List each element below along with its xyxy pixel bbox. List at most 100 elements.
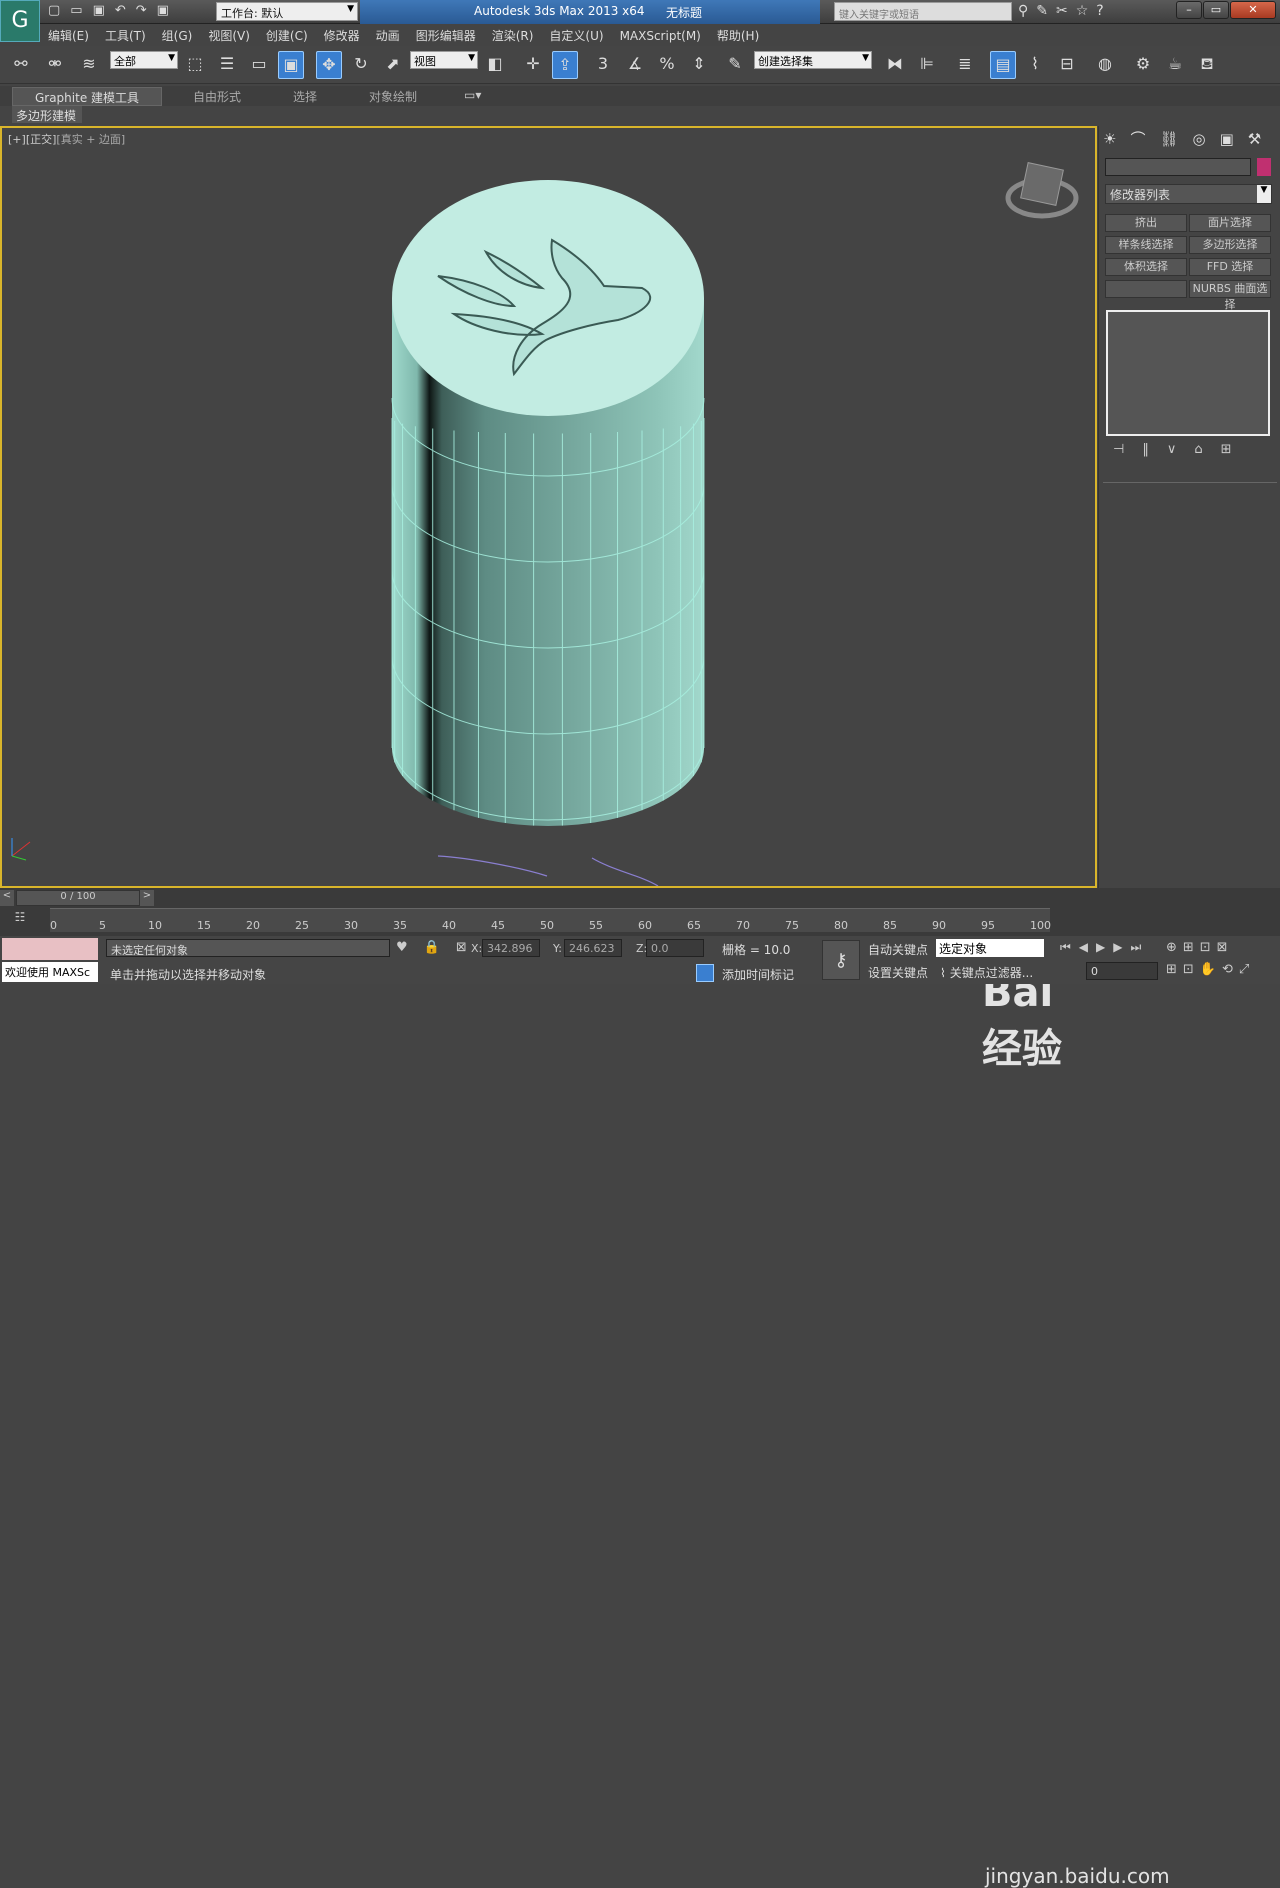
link-icon[interactable]: ⚯ — [8, 51, 34, 79]
timeline-tick-label: 15 — [197, 919, 211, 932]
playback-controls[interactable]: ⏮◀▶▶⏭ — [1060, 940, 1149, 955]
ref-coord-dropdown[interactable]: 视图 ▼ — [410, 51, 478, 69]
modifier-button-2[interactable]: 样条线选择 — [1105, 236, 1187, 254]
workspace-dropdown[interactable]: 工作台: 默认 ▼ — [216, 2, 358, 21]
time-slider[interactable]: 0 / 100 — [16, 890, 140, 906]
cylinder-object[interactable] — [391, 180, 705, 826]
key-set-dropdown[interactable]: 选定对象 — [936, 939, 1044, 957]
rect-selection-icon[interactable]: ▭ — [246, 51, 272, 79]
bind-spacewarp-icon[interactable]: ≋ — [76, 51, 102, 79]
menu-item-2[interactable]: 组(G) — [154, 24, 201, 47]
viewport-nav-controls[interactable]: ⊕⊞⊡⊠ — [1166, 940, 1234, 955]
key-icon[interactable]: ⚷ — [822, 940, 860, 980]
time-prev-button[interactable]: < — [0, 890, 14, 906]
modifier-button-4[interactable]: 体积选择 — [1105, 258, 1187, 276]
render-setup-icon[interactable]: ⚙ — [1130, 51, 1156, 79]
select-scale-icon[interactable]: ⬈ — [380, 51, 406, 79]
key-filters-button[interactable]: ⌇ 关键点过滤器... — [940, 964, 1033, 981]
lock-icons[interactable]: ♥🔒⊠ — [396, 940, 483, 955]
x-coord-field[interactable]: 342.896 — [482, 939, 540, 957]
snap-toggle-icon[interactable]: 3 — [590, 51, 616, 79]
select-move-icon[interactable]: ✥ — [316, 51, 342, 79]
modifier-button-1[interactable]: 面片选择 — [1189, 214, 1271, 232]
rollout-area — [1103, 482, 1277, 886]
modifier-button-6[interactable] — [1105, 280, 1187, 298]
watermark-brand: Bai 经验 — [982, 970, 1062, 1072]
curve-editor-icon[interactable]: ⌇ — [1022, 51, 1048, 79]
time-next-button[interactable]: > — [140, 890, 154, 906]
help-icons[interactable]: ⚲✎✂☆? — [1018, 3, 1112, 19]
tab-selection[interactable]: 选择 — [293, 88, 317, 105]
auto-key-button[interactable]: 自动关键点 — [868, 941, 928, 958]
spinner-snap-icon[interactable]: ⇕ — [686, 51, 712, 79]
maximize-button[interactable]: ▭ — [1203, 1, 1229, 19]
menu-item-5[interactable]: 修改器 — [316, 24, 368, 47]
modifier-stack[interactable] — [1106, 310, 1270, 436]
tab-freeform[interactable]: 自由形式 — [193, 88, 241, 105]
select-by-name-icon[interactable]: ☰ — [214, 51, 240, 79]
align-icon[interactable]: ⊫ — [914, 51, 940, 79]
angle-snap-icon[interactable]: ∡ — [622, 51, 648, 79]
viewport-nav-controls-2[interactable]: ⊞⊡✋⟲⤢ — [1166, 962, 1255, 977]
polygon-modeling-tab[interactable]: 多边形建模 — [12, 106, 82, 123]
add-time-tag-button[interactable]: 添加时间标记 — [722, 966, 794, 983]
keyboard-shortcut-icon[interactable]: ⇪ — [552, 51, 578, 79]
y-coord-field[interactable]: 246.623 — [564, 939, 622, 957]
minimize-button[interactable]: – — [1176, 1, 1202, 19]
menu-item-10[interactable]: MAXScript(M) — [612, 26, 709, 46]
menu-item-4[interactable]: 创建(C) — [258, 24, 316, 47]
material-editor-icon[interactable]: ◍ — [1092, 51, 1118, 79]
render-frame-icon[interactable]: ☕ — [1162, 51, 1188, 79]
time-tag-icon[interactable] — [696, 964, 714, 982]
selection-filter-dropdown[interactable]: 全部 ▼ — [110, 51, 178, 69]
mirror-icon[interactable]: ⧓ — [882, 51, 908, 79]
layer-manager-icon[interactable]: ≣ — [952, 51, 978, 79]
viewcube-icon[interactable] — [1005, 162, 1079, 219]
z-coord-field[interactable]: 0.0 — [646, 939, 704, 957]
search-input[interactable]: 键入关键字或短语 — [834, 2, 1012, 21]
menu-item-8[interactable]: 渲染(R) — [484, 24, 542, 47]
modifier-button-0[interactable]: 挤出 — [1105, 214, 1187, 232]
stack-controls[interactable]: ⊣‖∨⌂⊞ — [1113, 442, 1249, 457]
close-button[interactable]: ✕ — [1230, 1, 1276, 19]
pivot-center-icon[interactable]: ◧ — [482, 51, 508, 79]
select-rotate-icon[interactable]: ↻ — [348, 51, 374, 79]
menu-item-0[interactable]: 编辑(E) — [40, 24, 97, 47]
schematic-view-icon[interactable]: ⊟ — [1054, 51, 1080, 79]
object-name-field[interactable] — [1105, 158, 1251, 176]
edit-named-sel-icon[interactable]: ✎ — [722, 51, 748, 79]
manipulate-icon[interactable]: ✛ — [520, 51, 546, 79]
window-crossing-icon[interactable]: ▣ — [278, 51, 304, 79]
modifier-button-7[interactable]: NURBS 曲面选择 — [1189, 280, 1271, 311]
object-color-swatch[interactable] — [1257, 158, 1271, 176]
maxscript-listener-mini[interactable] — [2, 938, 98, 960]
tab-graphite[interactable]: Graphite 建模工具 — [12, 87, 162, 106]
modifier-list-dropdown[interactable]: 修改器列表 ▼ — [1105, 184, 1272, 204]
command-panel-tabs[interactable]: ☀⌒⛓◎▣⚒ — [1103, 128, 1277, 152]
menu-item-11[interactable]: 帮助(H) — [709, 24, 767, 47]
app-logo-icon[interactable]: G — [0, 0, 40, 42]
menu-item-7[interactable]: 图形编辑器 — [408, 24, 484, 47]
quick-access-icons[interactable]: ▢▭▣↶↷▣ — [48, 3, 179, 18]
menu-item-6[interactable]: 动画 — [368, 24, 408, 47]
percent-snap-icon[interactable]: % — [654, 51, 680, 79]
ribbon-options-icon[interactable]: ▭▾ — [464, 88, 481, 102]
set-key-button[interactable]: 设置关键点 — [868, 964, 928, 981]
modifier-button-5[interactable]: FFD 选择 — [1189, 258, 1271, 276]
modifier-button-3[interactable]: 多边形选择 — [1189, 236, 1271, 254]
track-bar[interactable]: 0 5 10 15 20 25 30 35 40 45 50 55 60 65 70 75 80 85 90 95 10… — [50, 908, 1051, 932]
track-bar-icon[interactable]: ☷ — [0, 910, 40, 932]
named-selection-dropdown[interactable]: 创建选择集 ▼ — [754, 51, 872, 69]
graphite-toggle-icon[interactable]: ▤ — [990, 51, 1016, 79]
hand-shape-outline[interactable] — [437, 855, 659, 886]
unlink-icon[interactable]: ⚮ — [42, 51, 68, 79]
menu-item-9[interactable]: 自定义(U) — [541, 24, 611, 47]
render-icon[interactable]: ⛾ — [1194, 51, 1220, 79]
select-object-icon[interactable]: ⬚ — [182, 51, 208, 79]
current-frame-field[interactable]: 0 — [1086, 962, 1158, 980]
viewport-perspective[interactable]: [+][正交][真实 + 边面] Bai 经验 — [0, 126, 1097, 1072]
menu-item-3[interactable]: 视图(V) — [200, 24, 258, 47]
welcome-text[interactable]: 欢迎使用 MAXSc — [2, 962, 98, 982]
menu-item-1[interactable]: 工具(T) — [97, 24, 154, 47]
tab-object-paint[interactable]: 对象绘制 — [369, 88, 417, 105]
